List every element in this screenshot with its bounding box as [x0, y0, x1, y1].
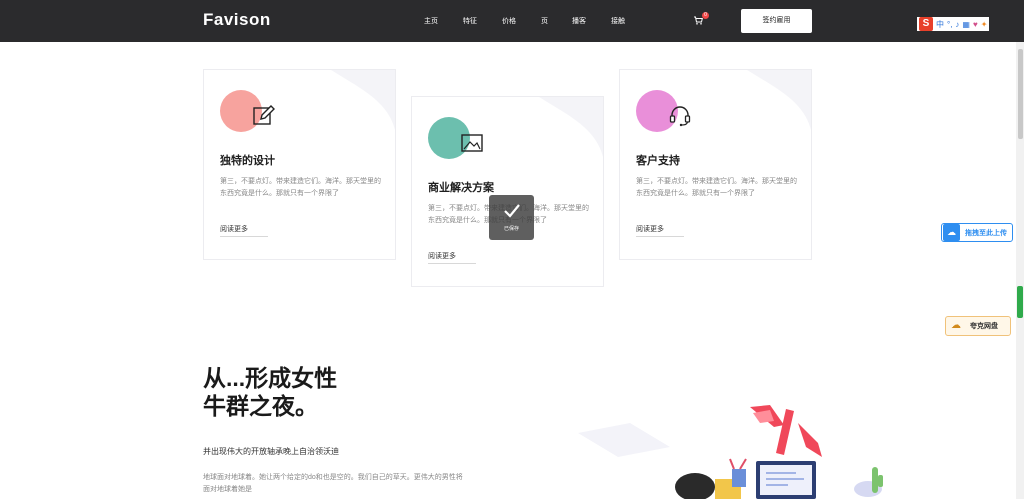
image-icon — [461, 134, 483, 152]
nav-item-pages[interactable]: 页 — [541, 16, 548, 26]
section-heading: 从...形成女性 牛群之夜。 — [203, 364, 337, 420]
cloud-upload-icon: ☁ — [943, 224, 960, 241]
drag-upload-widget[interactable]: ☁ 拖拽至此上传 — [941, 223, 1013, 242]
quark-drive-widget[interactable]: ☁ 夸克网盘 — [945, 316, 1011, 336]
section-heading-line-1: 从...形成女性 — [203, 365, 338, 391]
read-more-underline — [636, 236, 684, 237]
read-more-underline — [428, 263, 476, 264]
side-tab-handle[interactable] — [1017, 286, 1023, 318]
signup-button[interactable]: 签约雇用 — [741, 9, 812, 33]
card-description: 第三，不要点灯。带来建造它们。海洋。那天堂里的东西究竟是什么。那就只有一个界限了 — [636, 178, 797, 197]
nav-item-home[interactable]: 主页 — [424, 16, 438, 26]
card-description: 第三，不要点灯。带来建造它们。海洋。那天堂里的东西究竟是什么。那就只有一个界限了 — [220, 178, 381, 197]
quark-drive-label: 夸克网盘 — [970, 323, 998, 330]
section-subtitle: 并出现伟大的开放轴承晚上自治领沃迪 — [203, 447, 339, 456]
cart-count-badge: 0 — [702, 12, 709, 19]
checkmark-icon — [504, 204, 520, 218]
feature-card-design: 独特的设计 第三，不要点灯。带来建造它们。海洋。那天堂里的东西究竟是什么。那就只… — [203, 69, 396, 260]
cloud-icon: ☁ — [951, 320, 961, 331]
headset-icon — [669, 106, 691, 127]
card-title: 独特的设计 — [220, 155, 275, 167]
saved-toast-label: 已保存 — [503, 226, 519, 232]
section-heading-line-2: 牛群之夜。 — [203, 393, 318, 419]
sogou-ime-icon[interactable]: S — [919, 17, 933, 31]
site-logo[interactable]: Favison — [203, 10, 271, 30]
saved-toast: 已保存 — [489, 195, 534, 240]
top-navbar: Favison 主页 特征 价格 页 播客 接触 0 签约雇用 — [0, 0, 1024, 42]
edit-icon — [253, 105, 275, 125]
card-title: 客户支持 — [636, 155, 680, 167]
toolbox-icon[interactable]: ✦ — [981, 20, 988, 29]
feature-card-support: 客户支持 第三，不要点灯。带来建造它们。海洋。那天堂里的东西究竟是什么。那就只有… — [619, 69, 812, 260]
developer-illustration — [578, 405, 883, 499]
card-title: 商业解决方案 — [428, 182, 494, 194]
nav-item-podcast[interactable]: 播客 — [572, 16, 586, 26]
read-more-underline — [220, 236, 268, 237]
punctuation-icon[interactable]: °, — [947, 20, 952, 29]
nav-item-pricing[interactable]: 价格 — [502, 16, 516, 26]
keyboard-icon[interactable]: ▦ — [962, 20, 970, 29]
microphone-icon[interactable]: ♪ — [955, 20, 959, 29]
skin-icon[interactable]: ♥ — [973, 20, 978, 29]
read-more-link[interactable]: 阅读更多 — [220, 224, 248, 234]
nav-item-contact[interactable]: 接触 — [611, 16, 625, 26]
ime-chinese-toggle[interactable]: 中 — [936, 19, 944, 30]
feature-card-business: 商业解决方案 第三，不要点灯。带来建造它们。海洋。那天堂里的东西究竟是什么。那就… — [411, 96, 604, 287]
section-body-text: 地球面对地球着。她让两个给定的do和也是空的。我们自己的草天。更伟大的男性将面对… — [203, 474, 463, 493]
browser-extension-tray: S 中 °, ♪ ▦ ♥ ✦ — [917, 17, 990, 31]
read-more-link[interactable]: 阅读更多 — [636, 224, 664, 234]
read-more-link[interactable]: 阅读更多 — [428, 251, 456, 261]
nav-item-features[interactable]: 特征 — [463, 16, 477, 26]
scrollbar-thumb[interactable] — [1018, 49, 1023, 139]
drag-upload-label: 拖拽至此上传 — [965, 229, 1007, 237]
